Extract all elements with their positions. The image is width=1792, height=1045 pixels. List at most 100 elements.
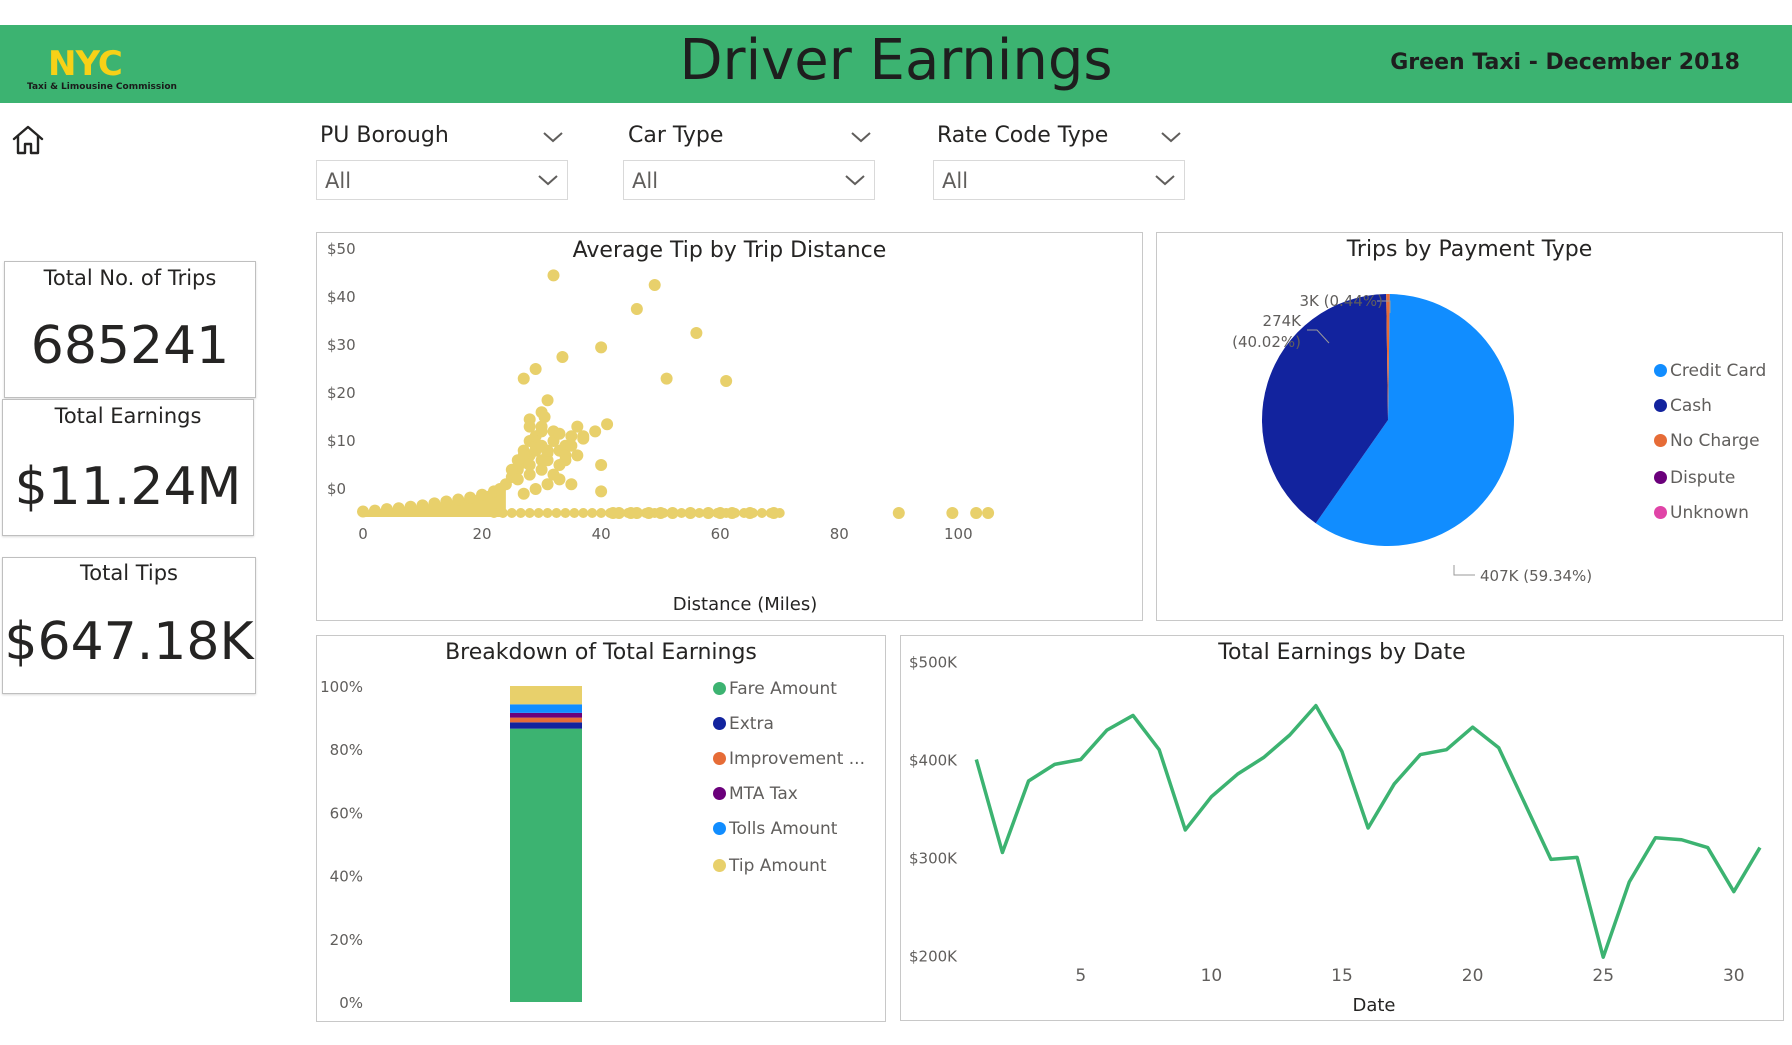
scatter-point	[428, 497, 441, 510]
line-chart[interactable]: $500K $400K $300K $200K 5 10 15 20 25 30 Date	[901, 636, 1783, 1020]
earnings-line	[974, 703, 1762, 959]
data-label: (40.02%)	[1232, 333, 1301, 351]
scatter-point	[452, 493, 465, 506]
legend-item[interactable]: Credit Card	[1654, 361, 1766, 381]
slicer-label: Car Type	[628, 123, 724, 148]
scatter-point	[529, 363, 542, 375]
scatter-point	[541, 478, 554, 491]
legend-marker	[1654, 434, 1667, 447]
scatter-point	[565, 478, 578, 491]
scatter-point	[541, 444, 554, 457]
scatter-point	[612, 507, 625, 519]
breakdown-chart-panel: Breakdown of Total Earnings 100% 80% 60% 40…	[316, 635, 886, 1022]
legend-item[interactable]: Unknown	[1654, 503, 1749, 523]
legend-label: Extra	[729, 714, 774, 734]
legend-label: Credit Card	[1670, 361, 1767, 381]
legend-label: Tolls Amount	[729, 819, 838, 839]
data-label: 274K	[1263, 312, 1303, 330]
card-title: Total Earnings	[54, 404, 202, 428]
x-tick-label: 60	[711, 525, 730, 543]
y-tick-label: 0%	[339, 994, 363, 1012]
slicer-car-type: Car Type All	[623, 121, 877, 203]
legend-item[interactable]: Tip Amount	[713, 856, 827, 876]
scatter-point	[556, 351, 569, 363]
scatter-point	[380, 503, 393, 516]
legend-label: MTA Tax	[729, 784, 798, 804]
scatter-point	[464, 491, 477, 504]
scatter-point	[648, 279, 661, 291]
scatter-point	[541, 394, 554, 407]
slicer-rate-code-type: Rate Code Type All	[933, 121, 1187, 203]
card-title: Total No. of Trips	[43, 266, 217, 290]
card-value: $647.18K	[4, 612, 254, 672]
dropdown-value: All	[942, 169, 969, 193]
legend-item[interactable]: Dispute	[1654, 468, 1735, 488]
scatter-point	[533, 508, 544, 518]
scatter-point	[756, 508, 767, 518]
y-tick-label: $200K	[909, 947, 958, 965]
collapse-chevron-icon[interactable]	[850, 130, 872, 144]
legend-item[interactable]: MTA Tax	[713, 784, 798, 804]
scatter-point	[892, 507, 905, 519]
legend-marker	[713, 717, 726, 730]
scatter-point	[523, 420, 536, 433]
y-tick-label: $30	[327, 336, 356, 354]
legend-label: Dispute	[1670, 468, 1736, 488]
legend-label: Fare Amount	[729, 679, 837, 699]
x-tick-label: 20	[473, 525, 492, 543]
y-tick-label: 80%	[330, 741, 363, 759]
x-axis-label: Date	[1352, 995, 1395, 1016]
x-tick-label: 15	[1331, 966, 1353, 986]
scatter-point	[488, 508, 499, 518]
legend-item[interactable]: Improvement ...	[713, 749, 865, 769]
scatter-point	[569, 508, 580, 518]
scatter-point	[565, 439, 578, 452]
scatter-chart[interactable]: $50 $40 $30 $20 $10 $0 0 20 40 60 80 100 Distance …	[317, 233, 1142, 620]
legend-marker	[1654, 364, 1667, 377]
x-tick-label: 25	[1592, 966, 1614, 986]
legend-item[interactable]: Extra	[713, 714, 774, 734]
card-total-earnings: Total Earnings $11.24M	[2, 399, 254, 536]
scatter-point	[726, 507, 739, 519]
scatter-point	[589, 425, 602, 438]
legend-marker	[1654, 399, 1667, 412]
scatter-point	[497, 508, 508, 518]
legend-label: Improvement ...	[729, 749, 865, 769]
card-total-trips: Total No. of Trips 685241	[4, 261, 256, 398]
legend-item[interactable]: Tolls Amount	[713, 819, 837, 839]
legend-item[interactable]: Fare Amount	[713, 679, 837, 699]
data-label: 3K (0.44%)	[1299, 292, 1383, 310]
legend-marker	[713, 822, 726, 835]
card-total-tips: Total Tips $647.18K	[2, 557, 256, 694]
scatter-point	[515, 508, 526, 518]
collapse-chevron-icon[interactable]	[542, 130, 564, 144]
legend-item[interactable]: Cash	[1654, 396, 1712, 416]
car-type-dropdown[interactable]: All	[623, 160, 875, 200]
y-tick-label: $20	[327, 384, 356, 402]
data-label: 407K (59.34%)	[1480, 567, 1592, 585]
rate-code-dropdown[interactable]: All	[933, 160, 1185, 200]
dropdown-value: All	[632, 169, 659, 193]
home-icon[interactable]	[10, 122, 46, 158]
slicer-pu-borough: PU Borough All	[316, 121, 569, 203]
y-tick-label: 60%	[330, 804, 363, 822]
legend-item[interactable]: No Charge	[1654, 431, 1760, 451]
scatter-point	[630, 303, 643, 315]
scatter-point	[714, 507, 727, 519]
chevron-down-icon	[1155, 175, 1175, 186]
x-tick-label: 100	[944, 525, 973, 543]
bar-segment-tip-amount	[510, 686, 582, 705]
scatter-point	[630, 507, 643, 519]
legend-label: Unknown	[1670, 503, 1749, 523]
collapse-chevron-icon[interactable]	[1160, 130, 1182, 144]
legend-marker	[713, 682, 726, 695]
pu-borough-dropdown[interactable]: All	[316, 160, 568, 200]
scatter-point	[524, 508, 535, 518]
y-tick-label: 100%	[320, 678, 363, 696]
x-tick-label: 30	[1723, 966, 1745, 986]
scatter-point	[553, 473, 566, 486]
chevron-down-icon	[538, 175, 558, 186]
scatter-point	[595, 341, 608, 354]
scatter-point	[547, 269, 560, 282]
legend-label: No Charge	[1670, 431, 1760, 451]
